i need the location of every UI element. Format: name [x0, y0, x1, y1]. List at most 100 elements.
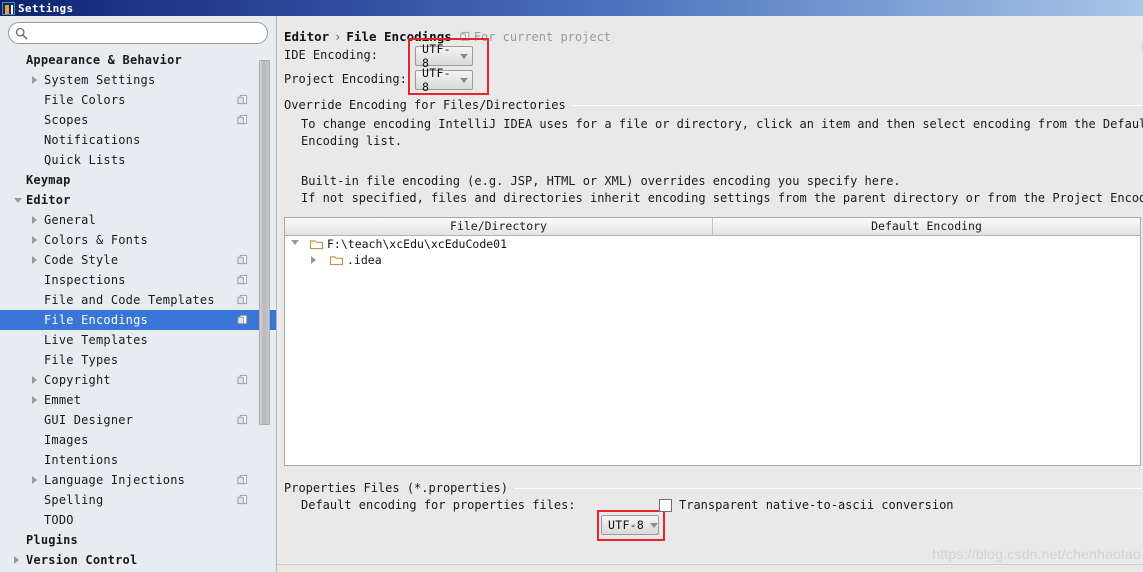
sidebar-item-label: Version Control — [26, 553, 138, 567]
table-column-header[interactable]: Default Encoding — [713, 218, 1140, 235]
sidebar-item-scopes[interactable]: Scopes — [0, 110, 276, 130]
sidebar-item-label: Language Injections — [44, 473, 186, 487]
sidebar-item-plugins[interactable]: Plugins — [0, 530, 276, 550]
sidebar-item-file-colors[interactable]: File Colors — [0, 90, 276, 110]
sidebar-item-label: File and Code Templates — [44, 293, 215, 307]
sidebar-item-label: Live Templates — [44, 333, 148, 347]
folder-icon — [310, 239, 323, 249]
sidebar-item-intentions[interactable]: Intentions — [0, 450, 276, 470]
chevron-down-icon — [650, 522, 659, 528]
sidebar-item-images[interactable]: Images — [0, 430, 276, 450]
sidebar-item-code-style[interactable]: Code Style — [0, 250, 276, 270]
sidebar-item-version-control[interactable]: Version Control — [0, 550, 276, 570]
sidebar-item-inspections[interactable]: Inspections — [0, 270, 276, 290]
project-scope-badge-icon — [237, 94, 248, 105]
sidebar-tree: Appearance & Behavior System Settings File… — [0, 50, 276, 570]
table-row[interactable]: .idea — [285, 252, 1140, 268]
file-directory-name: F:\teach\xcEdu\xcEduCode01 — [327, 237, 508, 251]
chevron-down-icon[interactable] — [291, 240, 299, 245]
sidebar-item-label: Keymap — [26, 173, 71, 187]
group-divider — [571, 104, 1142, 106]
chevron-right-icon[interactable] — [32, 236, 37, 244]
desc-line: To change encoding IntelliJ IDEA uses fo… — [301, 117, 1143, 131]
dialog-body: Appearance & Behavior System Settings File… — [0, 16, 1143, 572]
sidebar-item-label: Intentions — [44, 453, 119, 467]
chevron-down-icon — [460, 53, 468, 59]
sidebar-item-label: GUI Designer — [44, 413, 134, 427]
properties-encoding-dropdown[interactable]: UTF-8 — [601, 515, 659, 535]
chevron-right-icon[interactable] — [311, 256, 316, 264]
project-scope-badge-icon — [237, 474, 248, 485]
sidebar-item-file-and-code-templates[interactable]: File and Code Templates — [0, 290, 276, 310]
project-scope-icon — [460, 31, 469, 41]
properties-encoding-value: UTF-8 — [608, 518, 645, 532]
sidebar-item-label: General — [44, 213, 96, 227]
search-input[interactable] — [31, 24, 267, 42]
sidebar-item-live-templates[interactable]: Live Templates — [0, 330, 276, 350]
sidebar-item-copyright[interactable]: Copyright — [0, 370, 276, 390]
sidebar-item-label: Images — [44, 433, 89, 447]
project-scope-badge-icon — [237, 374, 248, 385]
intellij-idea-logo-icon — [2, 1, 15, 15]
sidebar-item-label: System Settings — [44, 73, 156, 87]
sidebar-item-file-encodings[interactable]: File Encodings — [0, 310, 276, 330]
project-encoding-value: UTF-8 — [422, 66, 451, 94]
chevron-right-icon[interactable] — [32, 76, 37, 84]
sidebar-scrollbar-thumb[interactable] — [259, 60, 270, 425]
project-scope-badge-icon — [237, 254, 248, 265]
chevron-right-icon[interactable] — [32, 476, 37, 484]
file-encodings-panel: Editor › File Encodings For current proj… — [277, 16, 1143, 572]
settings-sidebar: Appearance & Behavior System Settings File… — [0, 16, 277, 572]
breadcrumb-scope-text: For current project — [473, 30, 612, 44]
ide-encoding-dropdown[interactable]: UTF-8 — [415, 42, 473, 70]
chevron-down-icon[interactable] — [14, 198, 22, 203]
chevron-right-icon[interactable] — [14, 556, 19, 564]
sidebar-item-keymap[interactable]: Keymap — [0, 170, 276, 190]
properties-encoding-label: Default encoding for properties files: — [301, 498, 576, 512]
sidebar-item-language-injections[interactable]: Language Injections — [0, 470, 276, 490]
ide-encoding-label: IDE Encoding: — [284, 48, 378, 62]
sidebar-item-general[interactable]: General — [0, 210, 276, 230]
sidebar-item-label: Scopes — [44, 113, 89, 127]
sidebar-item-label: TODO — [44, 513, 74, 527]
breadcrumb-parent[interactable]: Editor — [284, 29, 329, 44]
chevron-right-icon[interactable] — [32, 216, 37, 224]
transparent-conversion-row[interactable]: Transparent native-to-ascii conversion — [659, 498, 954, 512]
project-encoding-label: Project Encoding: — [284, 72, 407, 86]
search-box[interactable] — [8, 22, 268, 44]
desc-line: If not specified, files and directories … — [301, 191, 1143, 205]
sidebar-item-todo[interactable]: TODO — [0, 510, 276, 530]
desc-line: Encoding list. — [301, 134, 403, 148]
sidebar-item-spelling[interactable]: Spelling — [0, 490, 276, 510]
sidebar-item-gui-designer[interactable]: GUI Designer — [0, 410, 276, 430]
project-scope-badge-icon — [237, 294, 248, 305]
project-scope-badge-icon — [237, 114, 248, 125]
sidebar-item-emmet[interactable]: Emmet — [0, 390, 276, 410]
sidebar-item-editor[interactable]: Editor — [0, 190, 276, 210]
sidebar-item-label: Copyright — [44, 373, 111, 387]
project-scope-badge-icon — [237, 274, 248, 285]
project-scope-badge-icon — [237, 494, 248, 505]
sidebar-item-file-types[interactable]: File Types — [0, 350, 276, 370]
settings-dialog: Settings Appearance & Behavior System Set… — [0, 0, 1143, 572]
group-divider — [513, 487, 1142, 489]
sidebar-item-appearance-behavior[interactable]: Appearance & Behavior — [0, 50, 276, 70]
sidebar-item-label: Appearance & Behavior — [26, 53, 182, 67]
sidebar-item-label: Colors & Fonts — [44, 233, 148, 247]
sidebar-item-notifications[interactable]: Notifications — [0, 130, 276, 150]
chevron-right-icon[interactable] — [32, 396, 37, 404]
folder-icon — [330, 255, 343, 265]
sidebar-item-colors-fonts[interactable]: Colors & Fonts — [0, 230, 276, 250]
chevron-right-icon[interactable] — [32, 256, 37, 264]
override-description-paragraph-2: Built-in file encoding (e.g. JSP, HTML o… — [301, 173, 1143, 207]
sidebar-search-row — [0, 16, 276, 48]
sidebar-item-system-settings[interactable]: System Settings — [0, 70, 276, 90]
project-encoding-dropdown[interactable]: UTF-8 — [415, 66, 473, 94]
sidebar-item-label: File Colors — [44, 93, 126, 107]
sidebar-item-quick-lists[interactable]: Quick Lists — [0, 150, 276, 170]
table-row[interactable]: F:\teach\xcEdu\xcEduCode01 — [285, 236, 1140, 252]
chevron-right-icon[interactable] — [32, 376, 37, 384]
table-column-header[interactable]: File/Directory — [285, 218, 713, 235]
transparent-conversion-checkbox[interactable] — [659, 498, 672, 512]
chevron-down-icon — [460, 77, 468, 83]
